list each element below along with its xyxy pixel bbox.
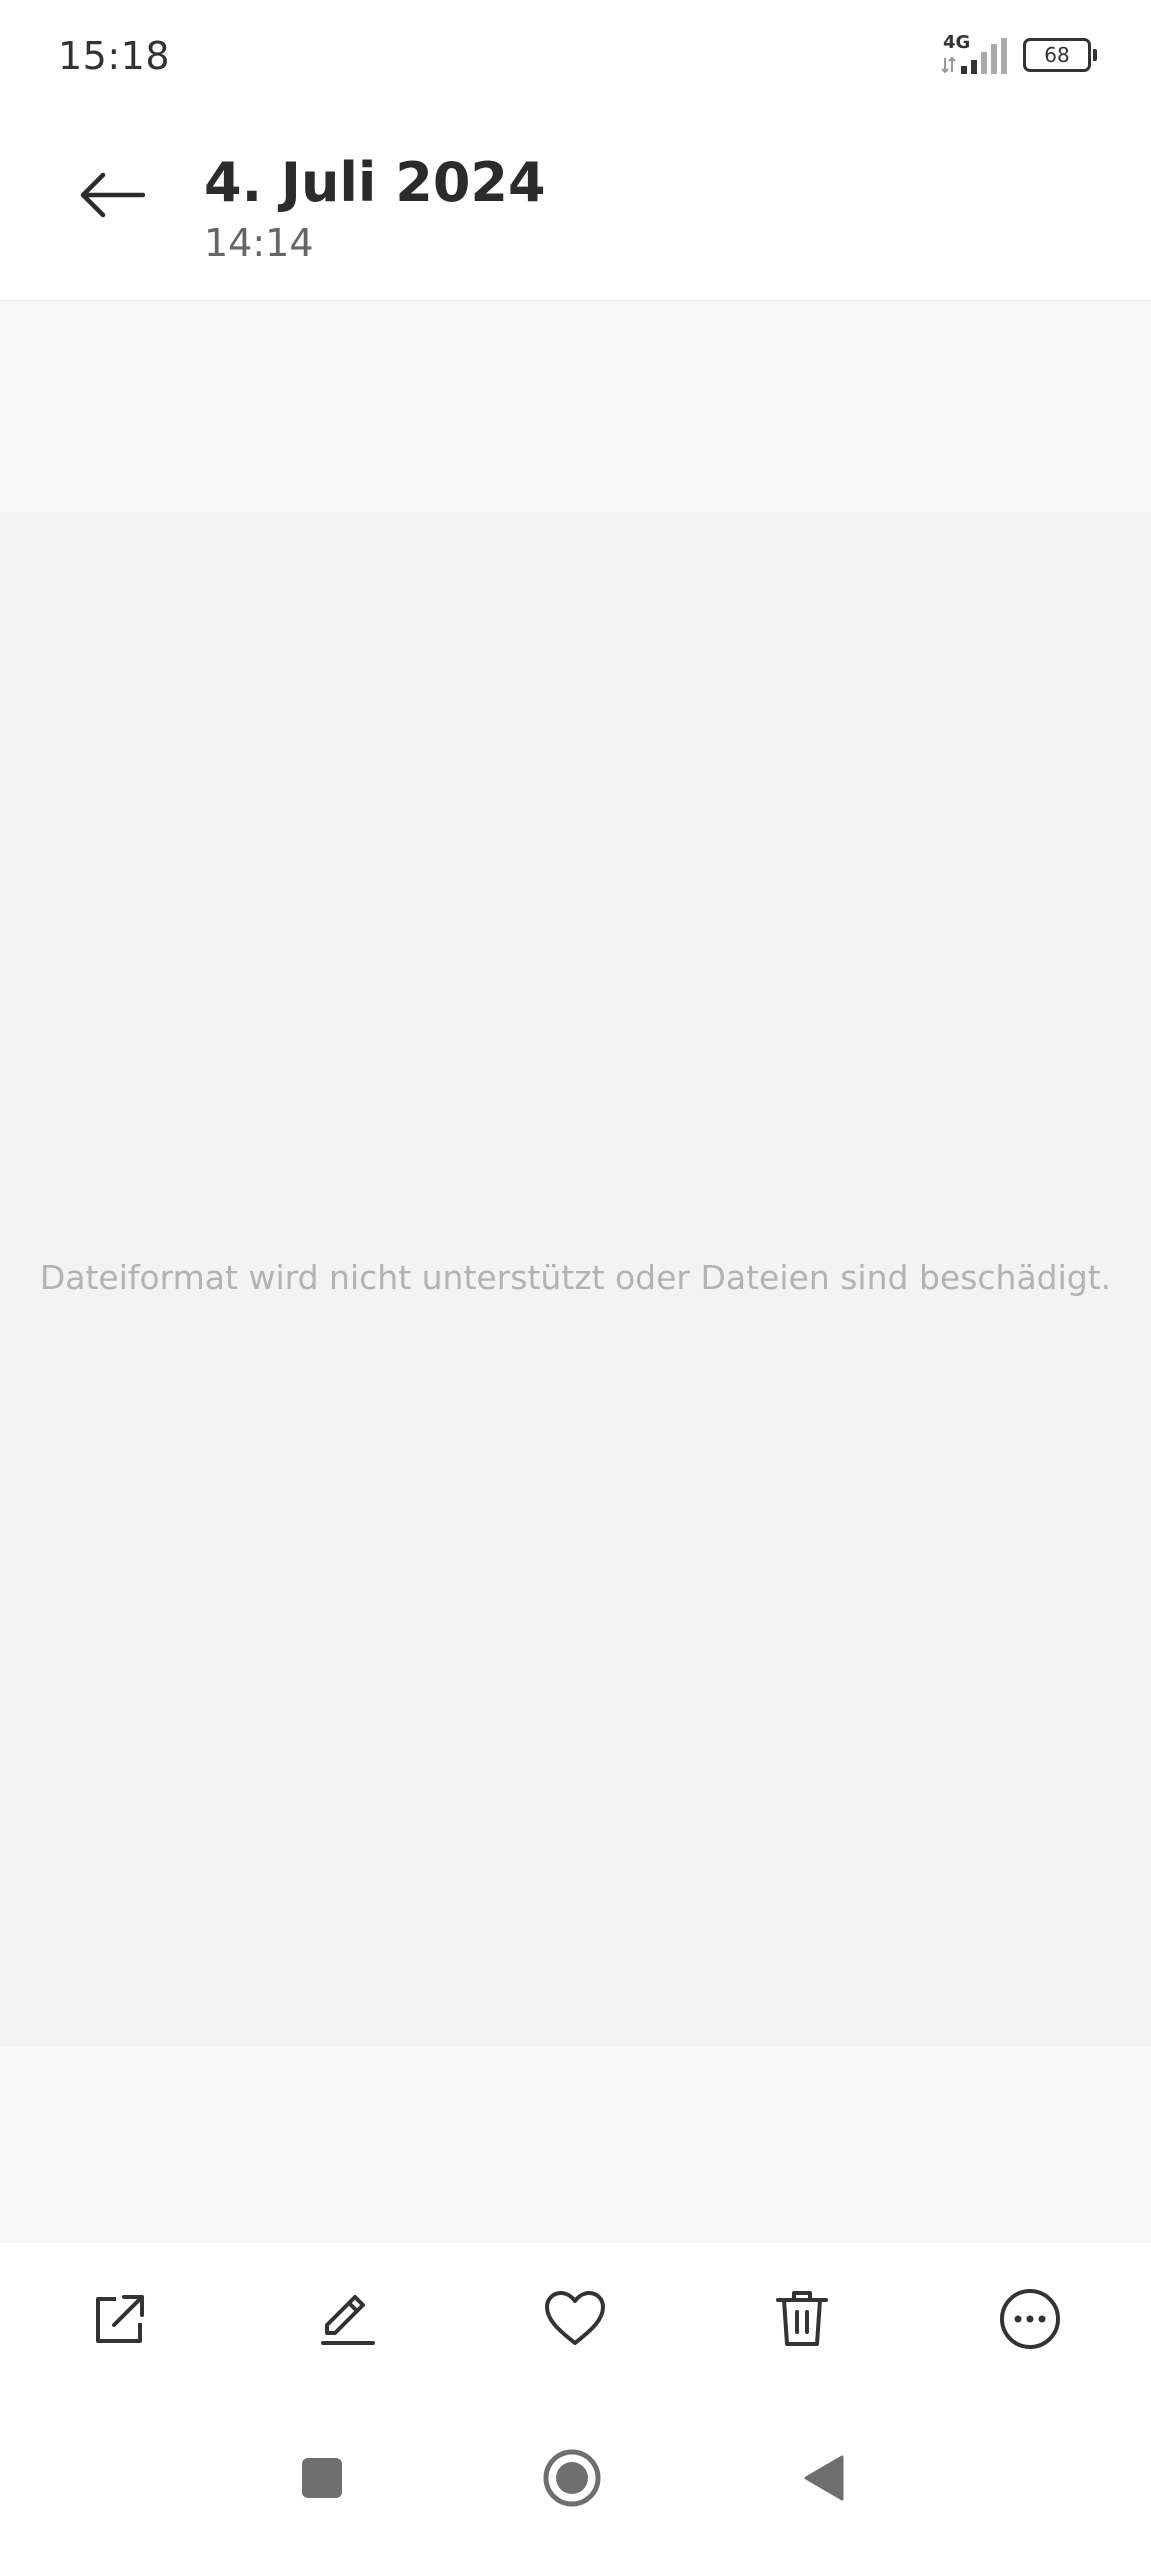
more-icon (1000, 2289, 1060, 2349)
trash-icon (776, 2291, 828, 2346)
home-circle-icon (543, 2449, 601, 2507)
status-icons: 4G 68 (939, 32, 1097, 74)
viewer-bottom-band (0, 2047, 1151, 2243)
heart-icon (545, 2291, 605, 2345)
more-button[interactable] (982, 2271, 1078, 2367)
viewer-top-band (0, 301, 1151, 512)
back-triangle-icon (804, 2455, 844, 2501)
arrow-left-icon (80, 172, 145, 218)
share-button[interactable] (72, 2271, 168, 2367)
delete-button[interactable] (754, 2271, 850, 2367)
home-button[interactable] (527, 2433, 617, 2523)
recents-square-icon (302, 2458, 342, 2498)
header: 4. Juli 2024 14:14 (0, 115, 1151, 301)
network-type-label: 4G (943, 32, 971, 53)
share-icon (96, 2295, 144, 2343)
page-title: 4. Juli 2024 (204, 151, 546, 214)
status-time: 15:18 (58, 34, 171, 78)
bottom-toolbar (0, 2243, 1151, 2413)
page-subtitle: 14:14 (204, 221, 314, 265)
status-bar: 15:18 4G 68 (0, 0, 1151, 115)
battery-level: 68 (1044, 43, 1070, 67)
system-back-button[interactable] (778, 2433, 868, 2523)
signal-icon: 4G (939, 32, 1009, 74)
system-navigation-bar (0, 2413, 1151, 2560)
unsupported-format-message: Dateiformat wird nicht unterstützt oder … (39, 1258, 1112, 1297)
back-button[interactable] (64, 147, 160, 243)
edit-icon (321, 2295, 375, 2345)
edit-button[interactable] (299, 2271, 395, 2367)
battery-icon: 68 (1023, 38, 1097, 72)
favorite-button[interactable] (527, 2271, 623, 2367)
recents-button[interactable] (277, 2433, 367, 2523)
